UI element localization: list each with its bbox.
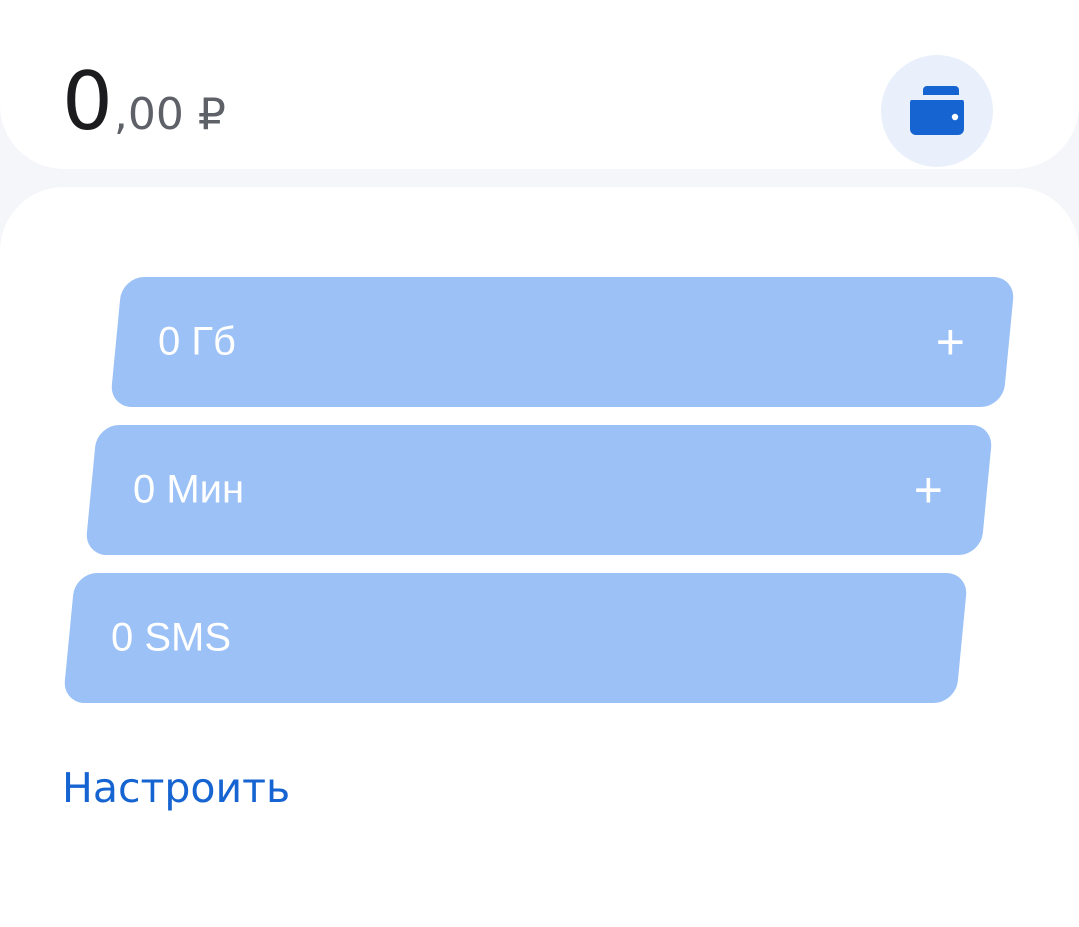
data-package-label: 0 Гб — [158, 319, 236, 364]
wallet-icon — [910, 86, 964, 135]
sms-package-label: 0 SMS — [111, 615, 232, 660]
sms-package-pill[interactable]: 0 SMS — [62, 573, 969, 703]
minutes-package-pill[interactable]: 0 Мин + — [84, 425, 994, 555]
balance-integer: 0 — [62, 55, 113, 148]
wallet-button[interactable] — [881, 55, 993, 167]
plan-card: 0 Гб + 0 Мин + 0 SMS Настроить — [0, 187, 1079, 927]
configure-link[interactable]: Настроить — [62, 764, 290, 813]
add-data-plus-icon[interactable]: + — [936, 314, 965, 370]
balance-fraction: ,00 ₽ — [113, 89, 226, 140]
data-package-pill[interactable]: 0 Гб + — [109, 277, 1016, 407]
add-minutes-plus-icon[interactable]: + — [914, 462, 943, 518]
minutes-package-label: 0 Мин — [133, 467, 245, 512]
balance: 0,00 ₽ — [62, 62, 226, 142]
